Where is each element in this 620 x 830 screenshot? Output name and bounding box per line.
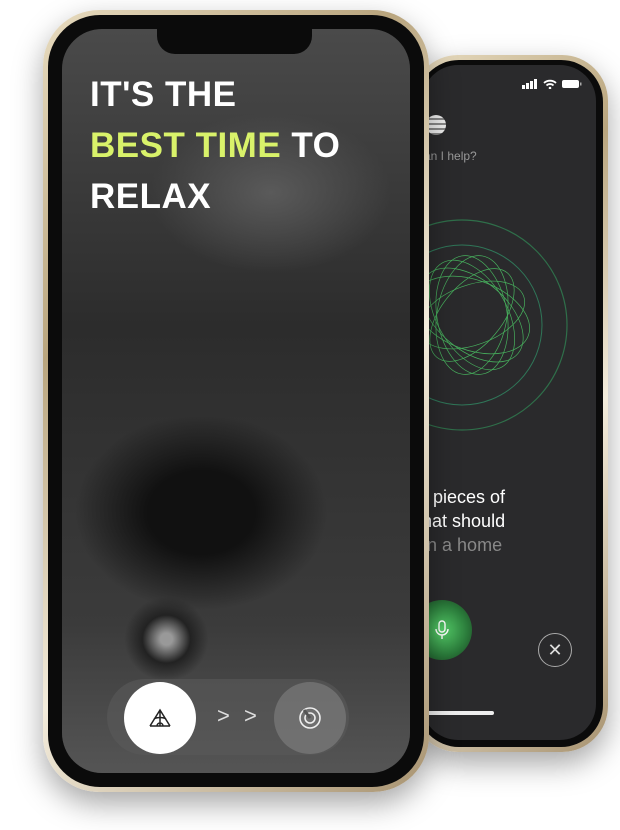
headline: IT'S THE BEST TIME TO RELAX [90,75,341,216]
target-icon [299,707,321,729]
target-button[interactable] [274,682,346,754]
assistant-screen: can I help? our pieces of n that should … [422,65,596,740]
status-bar [522,79,582,89]
voice-orb-visualizer [422,219,568,431]
swipe-arrows: > > [217,703,261,728]
close-button[interactable]: ✕ [538,633,572,667]
signal-icon [522,79,537,89]
back-phone: can I help? our pieces of n that should … [412,55,608,752]
front-phone: IT'S THE BEST TIME TO RELAX > > [43,10,429,792]
assistant-prompt: can I help? [422,149,477,163]
wifi-icon [543,79,557,89]
assistant-response: our pieces of n that should d on a home [422,487,506,555]
microphone-button[interactable] [422,600,472,660]
home-indicator [422,711,494,715]
att-logo-icon [426,115,446,135]
microphone-icon [435,620,449,639]
slider-handle[interactable] [124,682,196,754]
tent-icon [149,708,171,727]
battery-icon [562,80,582,88]
relax-screen: IT'S THE BEST TIME TO RELAX > > [62,29,410,773]
notch [157,29,312,54]
swipe-slider[interactable]: > > [107,679,349,755]
